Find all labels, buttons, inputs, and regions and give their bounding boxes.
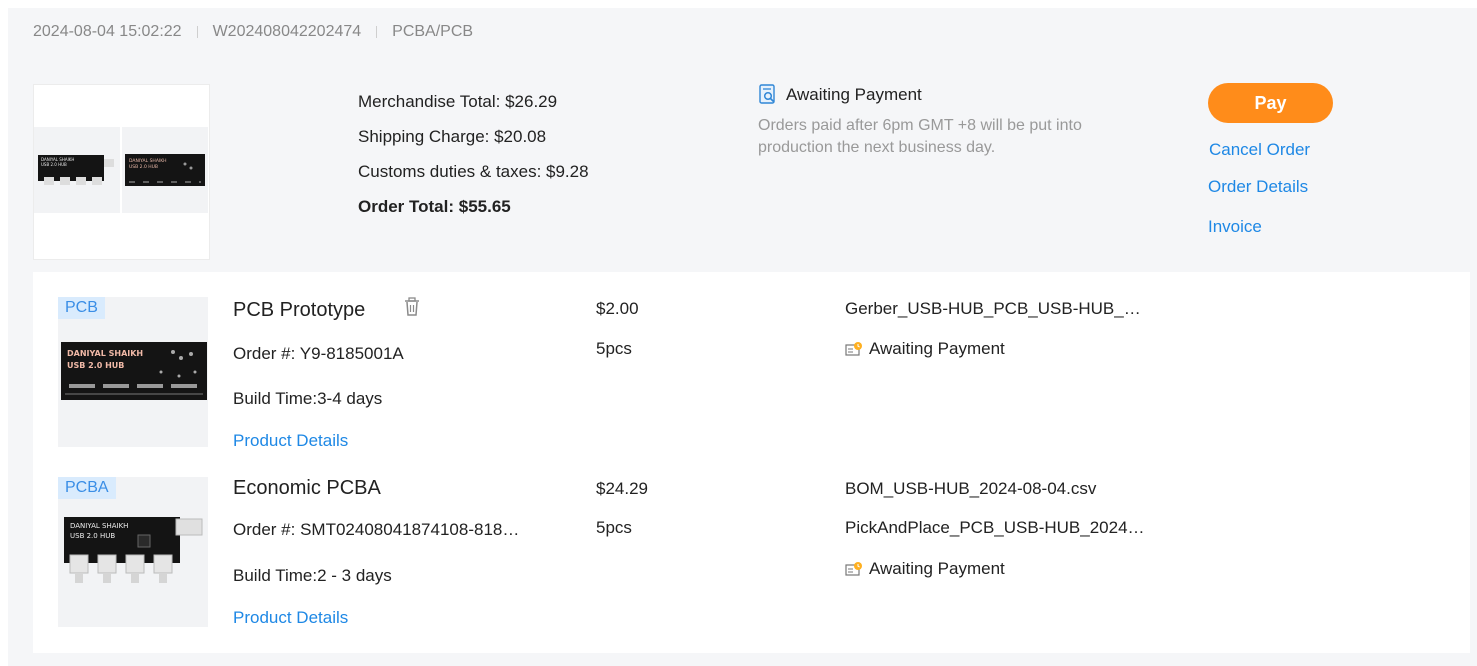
pay-button[interactable]: Pay [1208, 83, 1333, 123]
pcb-board-image: DANIYAL SHAIKH USB 2.0 HUB [61, 342, 207, 400]
order-summary: DANIYAL SHAIKH USB 2.0 HUB DANIYAL SHAIK… [8, 56, 1477, 270]
order-datetime: 2024-08-04 15:02:22 [33, 23, 182, 40]
order-items: PCB DANIYAL SHAIKH USB 2.0 HUB PCB Proto… [33, 272, 1470, 653]
order-details-link[interactable]: Order Details [1208, 177, 1308, 197]
order-id: W202408042202474 [212, 23, 362, 40]
item-build-time: Build Time:2 - 3 days [233, 566, 392, 585]
header-divider [196, 26, 198, 38]
production-note: Orders paid after 6pm GMT +8 will be put… [758, 117, 1082, 156]
item-file-pickandplace[interactable]: PickAndPlace_PCB_USB-HUB_2024… [845, 518, 1145, 538]
item-title: PCB Prototype [233, 298, 366, 321]
shipping-charge: Shipping Charge: $20.08 [358, 127, 547, 146]
item-status-text: Awaiting Payment [869, 339, 1005, 358]
product-details-link[interactable]: Product Details [233, 431, 348, 451]
product-details-link[interactable]: Product Details [233, 608, 348, 628]
item-quantity: 5pcs [596, 518, 632, 537]
item-file-gerber[interactable]: Gerber_USB-HUB_PCB_USB-HUB_… [845, 299, 1141, 319]
item-status-text: Awaiting Payment [869, 559, 1005, 578]
header-divider [376, 26, 378, 38]
item-title-row: PCB Prototype [233, 297, 421, 323]
item-build-time: Build Time:3-4 days [233, 389, 383, 408]
item-price: $2.00 [596, 299, 639, 318]
board-text-line1: DANIYAL SHAIKH [129, 158, 167, 164]
pcba-board-image: DANIYAL SHAIKH USB 2.0 HUB [64, 517, 203, 583]
order-status: Awaiting Payment Orders paid after 6pm G… [758, 84, 1098, 159]
thumbnail-pcb[interactable]: DANIYAL SHAIKH USB 2.0 HUB [122, 127, 208, 213]
status-text: Awaiting Payment [786, 85, 922, 104]
order-total: Order Total: $55.65 [358, 197, 511, 216]
thumbnail-pcba[interactable]: DANIYAL SHAIKH USB 2.0 HUB [34, 127, 120, 213]
item-title: Economic PCBA [233, 477, 381, 499]
document-search-icon [759, 84, 775, 104]
item-image[interactable]: PCB DANIYAL SHAIKH USB 2.0 HUB [58, 297, 208, 447]
merchandise-total: Merchandise Total: $26.29 [358, 92, 558, 111]
item-order-number: Order #: Y9-8185001A [233, 344, 404, 363]
item-status: Awaiting Payment [845, 559, 1005, 579]
item-type-tag: PCBA [58, 477, 116, 499]
pending-payment-icon [845, 342, 862, 356]
item-price: $24.29 [596, 479, 648, 498]
item-file-bom[interactable]: BOM_USB-HUB_2024-08-04.csv [845, 479, 1096, 499]
order-header: 2024-08-04 15:02:22 W202408042202474 PCB… [8, 8, 1477, 56]
order-actions: Pay Cancel Order Order Details Invoice [1208, 83, 1333, 236]
invoice-link[interactable]: Invoice [1208, 217, 1262, 237]
item-status: Awaiting Payment [845, 339, 1005, 359]
board-text-line2: USB 2.0 HUB [70, 532, 115, 540]
customs-taxes: Customs duties & taxes: $9.28 [358, 162, 589, 181]
board-text-line1: DANIYAL SHAIKH [70, 522, 128, 530]
trash-icon[interactable] [403, 297, 421, 323]
item-type-tag: PCB [58, 297, 105, 319]
order-thumbnails[interactable]: DANIYAL SHAIKH USB 2.0 HUB DANIYAL SHAIK… [33, 84, 210, 260]
board-text-line2: USB 2.0 HUB [41, 162, 67, 167]
cancel-order-link[interactable]: Cancel Order [1209, 140, 1310, 160]
board-text-line1: DANIYAL SHAIKH [67, 349, 143, 358]
order-category: PCBA/PCB [392, 23, 474, 40]
item-image[interactable]: PCBA DANIYAL SHAIKH USB 2.0 HUB [58, 477, 208, 627]
order-card: 2024-08-04 15:02:22 W202408042202474 PCB… [8, 8, 1477, 666]
board-text-line2: USB 2.0 HUB [67, 361, 124, 370]
item-order-number: Order #: SMT02408041874108-818… [233, 520, 520, 539]
pcb-board-image: DANIYAL SHAIKH USB 2.0 HUB [125, 154, 205, 186]
price-totals: Merchandise Total: $26.29 Shipping Charg… [358, 84, 589, 224]
board-text-line2: USB 2.0 HUB [129, 164, 158, 170]
pcba-board-image: DANIYAL SHAIKH USB 2.0 HUB [38, 155, 114, 185]
pending-payment-icon [845, 562, 862, 576]
item-quantity: 5pcs [596, 339, 632, 358]
